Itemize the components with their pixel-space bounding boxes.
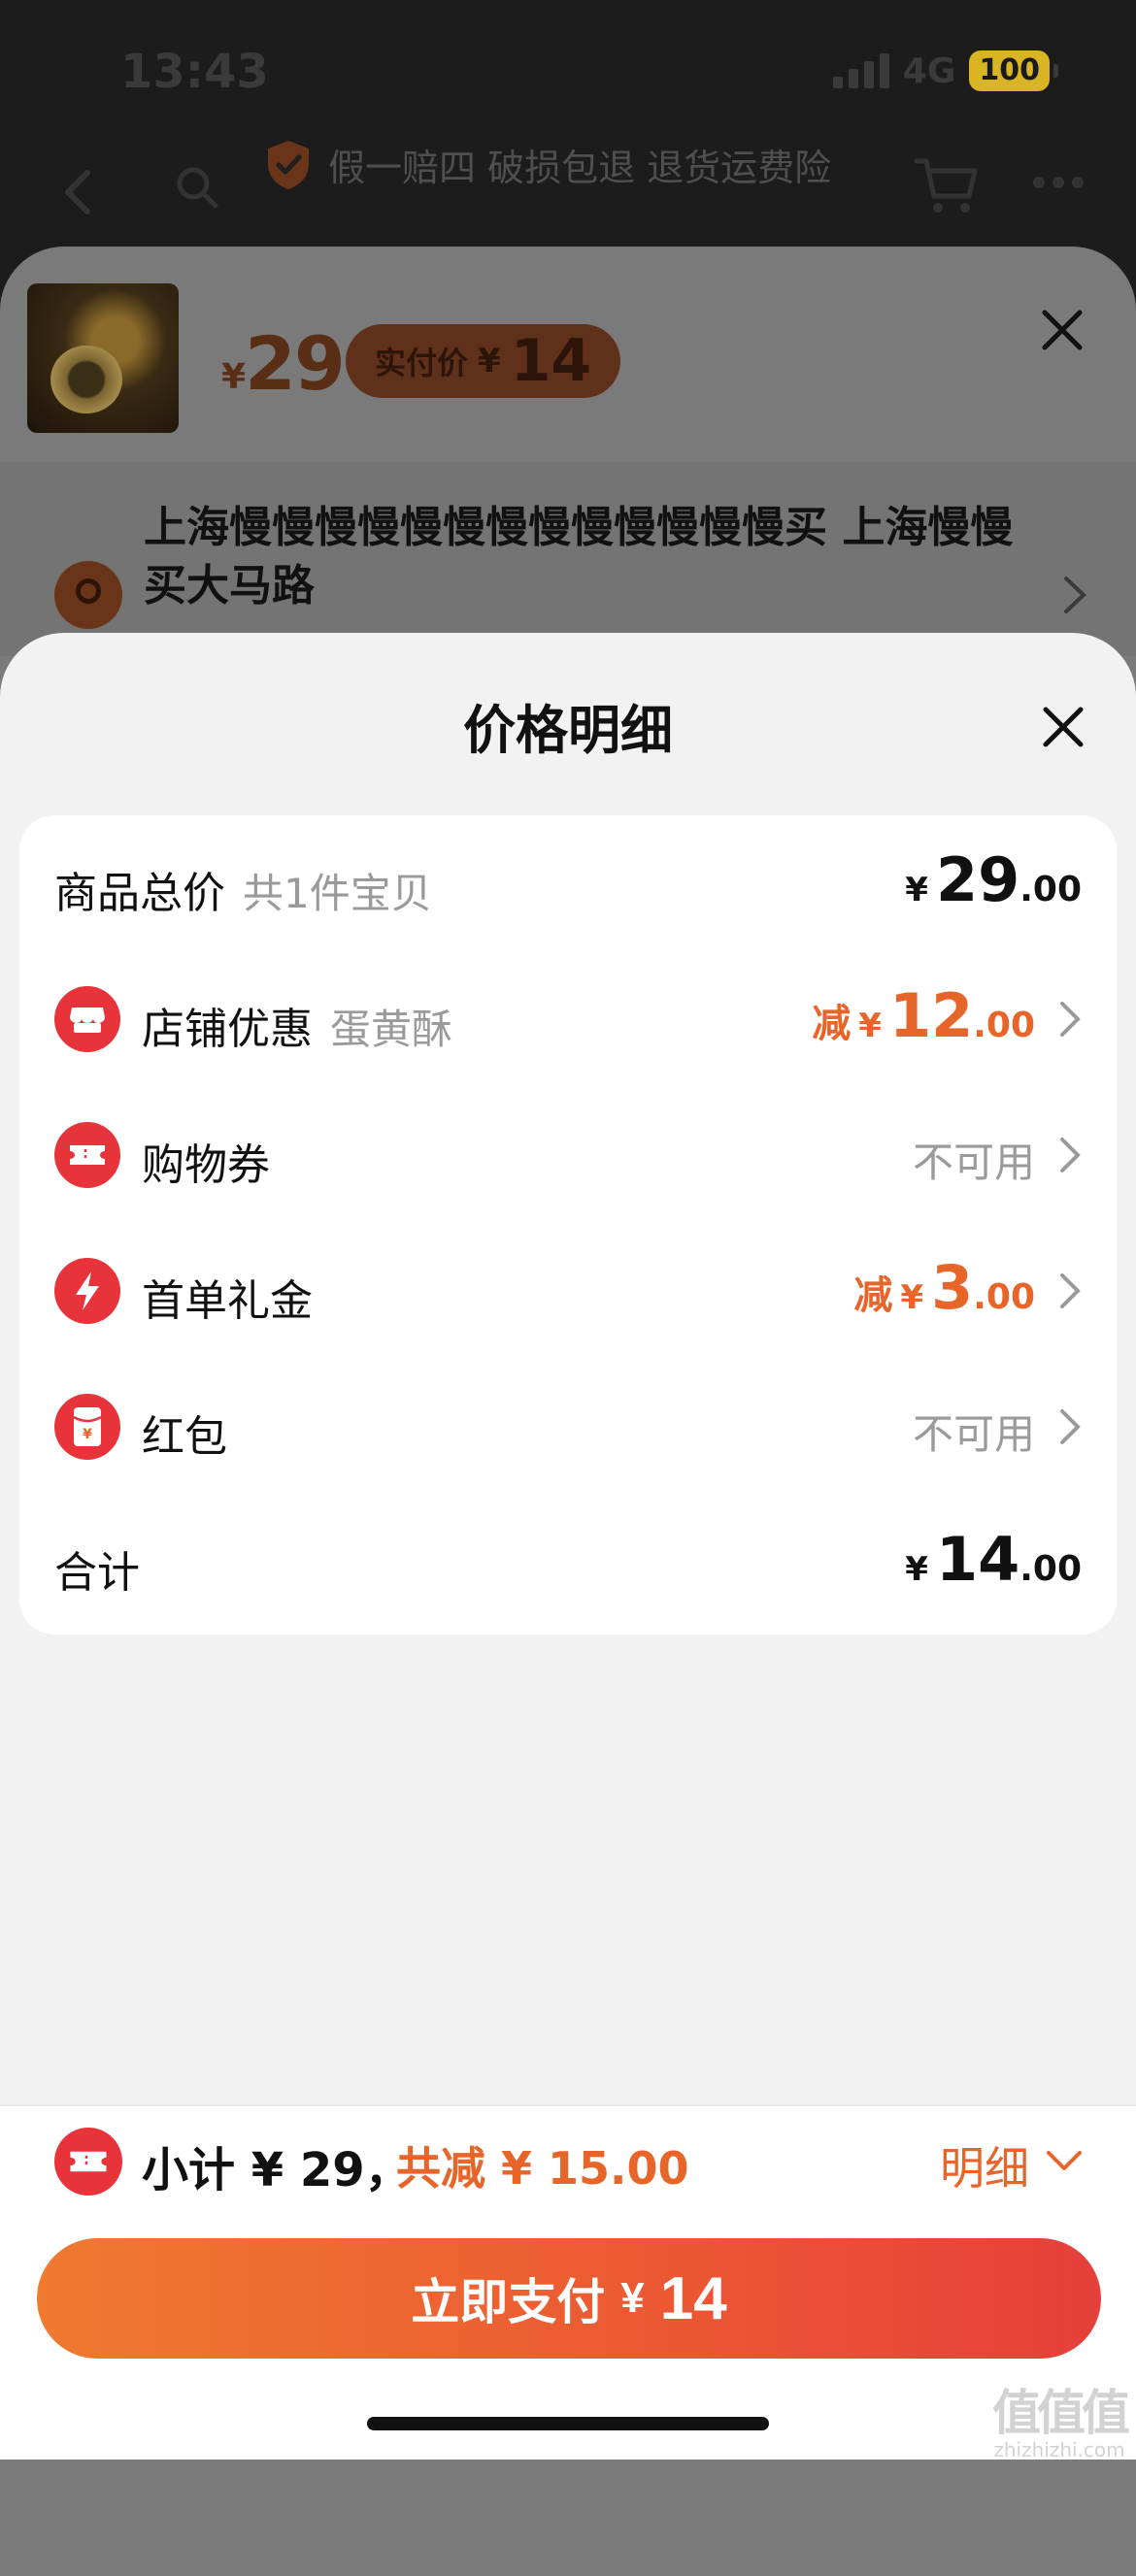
amount-decimal: .00 (973, 1277, 1035, 1317)
row-label: 购物券 (142, 1140, 270, 1190)
product-thumbnail (27, 283, 179, 433)
paid-price-currency: ¥ (478, 342, 501, 380)
currency-symbol: ¥ (858, 1007, 882, 1045)
row-label: 红包 (142, 1412, 227, 1462)
subtotal-text: 小计 ¥ 29， (142, 2143, 412, 2197)
unavailable-text: 不可用 (912, 1139, 1035, 1186)
watermark: 值值值 zhizhizhi.com (986, 2374, 1132, 2461)
product-currency: ¥ (221, 357, 247, 397)
amount-integer: 29 (935, 844, 1020, 915)
battery-icon (1053, 64, 1058, 78)
address-text: 上海慢慢慢慢慢慢慢慢慢慢慢慢慢买 上海慢慢买大马路 (144, 503, 1014, 611)
amount-integer: 12 (888, 980, 974, 1051)
coupon-icon (54, 2128, 122, 2196)
chevron-right-icon (1060, 1409, 1081, 1444)
price-detail-card: 商品总价 共1件宝贝 ¥ 29 .00 店铺优惠 蛋黄酥 减 ¥ 12 .00 购物… (19, 815, 1117, 1635)
battery-level: 100 (969, 50, 1050, 91)
amount-integer: 3 (931, 1252, 974, 1323)
total-discount-text: 共减 ¥ 15.00 (396, 2142, 689, 2195)
row-first-order-bonus[interactable]: 首单礼金 减 ¥ 3 .00 (19, 1223, 1117, 1359)
chevron-right-icon (1060, 1138, 1081, 1172)
coupon-icon (54, 1122, 120, 1188)
currency-symbol: ¥ (905, 1550, 928, 1589)
row-label: 合计 (54, 1548, 140, 1598)
cart-icon[interactable] (913, 153, 981, 217)
paid-price-badge: 实付价 ¥ 14 (346, 324, 621, 398)
row-amount: ¥ 14 .00 (905, 1524, 1082, 1595)
amount-decimal: .00 (973, 1006, 1035, 1045)
guarantee-banner: 假一赔四 破损包退 退货运费险 (264, 138, 831, 191)
chevron-right-icon (1064, 577, 1086, 613)
row-amount: 减 ¥ 3 .00 (853, 1252, 1035, 1323)
pay-now-button[interactable]: 立即支付 ¥ 14 (37, 2238, 1101, 2359)
back-arrow-icon[interactable] (50, 163, 109, 221)
row-amount: ¥ 29 .00 (905, 844, 1082, 915)
search-icon[interactable] (173, 163, 221, 212)
row-shopping-coupon[interactable]: 购物券 不可用 (19, 1087, 1117, 1223)
row-total-price: 商品总价 共1件宝贝 ¥ 29 .00 (19, 815, 1117, 951)
pay-button-amount: 14 (659, 2264, 727, 2332)
watermark-url: zhizhizhi.com (993, 2438, 1125, 2461)
chevron-down-icon[interactable] (1045, 2147, 1084, 2176)
row-sub: 共1件宝贝 (243, 870, 432, 917)
watermark-glyphs: 值值值 (992, 2385, 1130, 2441)
pay-button-label: 立即支付 (411, 2275, 606, 2329)
signal-icon (832, 53, 889, 88)
discount-prefix: 减 (853, 1273, 893, 1318)
detail-toggle[interactable]: 明细 (940, 2133, 1029, 2197)
guarantee-text: 假一赔四 破损包退 退货运费险 (328, 147, 832, 189)
sheet-title: 价格明细 (463, 700, 673, 761)
row-store-discount[interactable]: 店铺优惠 蛋黄酥 减 ¥ 12 .00 (19, 951, 1117, 1087)
row-amount: 减 ¥ 12 .00 (812, 980, 1035, 1051)
row-label: 首单礼金 (142, 1276, 313, 1326)
unavailable-text: 不可用 (912, 1410, 1035, 1458)
pay-button-currency: ¥ (620, 2274, 645, 2322)
red-packet-icon: ¥ (54, 1394, 120, 1460)
location-pin-icon (54, 561, 122, 629)
currency-symbol: ¥ (905, 871, 928, 909)
row-label: 商品总价 (54, 869, 225, 918)
close-icon[interactable] (1039, 307, 1086, 353)
chevron-right-icon (1060, 1002, 1081, 1037)
more-icon[interactable] (1033, 177, 1084, 188)
row-grand-total: 合计 ¥ 14 .00 (19, 1495, 1117, 1631)
row-sub: 蛋黄酥 (330, 1006, 453, 1053)
store-icon (54, 986, 120, 1052)
discount-prefix: 减 (812, 1002, 852, 1046)
shield-check-icon (268, 140, 309, 189)
svg-text:¥: ¥ (83, 1427, 92, 1442)
row-red-packet[interactable]: ¥ 红包 不可用 (19, 1359, 1117, 1495)
currency-symbol: ¥ (900, 1278, 924, 1317)
paid-price-label: 实付价 (375, 345, 469, 381)
status-indicators: 4G 100 (832, 50, 1058, 91)
amount-decimal: .00 (1019, 870, 1082, 909)
close-icon[interactable] (1039, 703, 1087, 751)
chevron-right-icon (1060, 1273, 1081, 1308)
amount-integer: 14 (935, 1524, 1020, 1595)
network-type: 4G (902, 50, 956, 91)
lightning-icon (54, 1258, 120, 1324)
status-time: 13:43 (120, 45, 269, 99)
home-indicator (367, 2417, 769, 2430)
row-label: 店铺优惠 (142, 1005, 313, 1054)
amount-decimal: .00 (1019, 1549, 1082, 1589)
paid-price-value: 14 (510, 327, 592, 395)
product-price: 29 (245, 320, 346, 407)
